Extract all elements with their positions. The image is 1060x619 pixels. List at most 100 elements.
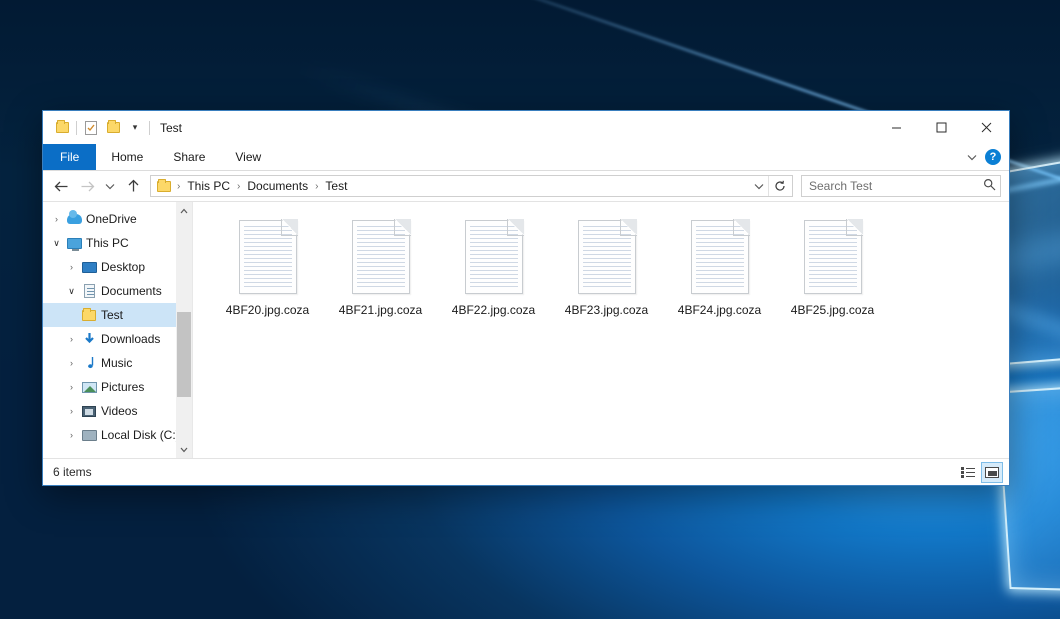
ribbon-right-controls: ?	[963, 144, 1009, 170]
generic-document-icon	[804, 220, 862, 294]
chevron-down-icon[interactable]: ∨	[64, 286, 79, 297]
help-icon[interactable]: ?	[985, 149, 1001, 165]
cloud-icon	[64, 214, 84, 224]
refresh-icon[interactable]	[768, 176, 790, 196]
file-item[interactable]: 4BF22.jpg.coza	[437, 216, 550, 323]
recent-locations-chevron-down-icon[interactable]	[101, 174, 119, 198]
breadcrumb-separator: ›	[314, 181, 319, 192]
tab-view[interactable]: View	[220, 144, 276, 170]
scroll-up-arrow-icon[interactable]	[176, 202, 192, 219]
expand-ribbon-chevron-down-icon[interactable]	[963, 145, 981, 169]
scroll-down-arrow-icon[interactable]	[176, 441, 192, 458]
chevron-right-icon[interactable]: ›	[64, 334, 79, 344]
chevron-right-icon[interactable]: ›	[49, 214, 64, 224]
generic-document-icon	[465, 220, 523, 294]
breadcrumb-item-test[interactable]: Test	[320, 178, 352, 194]
scrollbar-thumb[interactable]	[177, 312, 191, 396]
tab-home[interactable]: Home	[96, 144, 158, 170]
file-item[interactable]: 4BF23.jpg.coza	[550, 216, 663, 323]
file-item[interactable]: 4BF25.jpg.coza	[776, 216, 889, 323]
sidebar-item-label: Local Disk (C:)	[99, 428, 180, 442]
search-box[interactable]	[801, 175, 1001, 197]
download-icon	[79, 332, 99, 346]
pictures-icon	[79, 382, 99, 393]
address-bar: › This PC › Documents › Test	[43, 171, 1009, 201]
sidebar-item-local-disk-c[interactable]: › Local Disk (C:)	[43, 423, 192, 447]
up-button[interactable]	[121, 174, 145, 198]
sidebar-item-desktop[interactable]: › Desktop	[43, 255, 192, 279]
desktop-icon	[79, 262, 99, 273]
sidebar-item-this-pc[interactable]: ∨ This PC	[43, 231, 192, 255]
file-grid: 4BF20.jpg.coza 4BF21.jpg.coza	[211, 216, 1009, 323]
minimize-button[interactable]	[874, 111, 919, 144]
sidebar-item-pictures[interactable]: › Pictures	[43, 375, 192, 399]
sidebar-item-music[interactable]: › Music	[43, 351, 192, 375]
maximize-button[interactable]	[919, 111, 964, 144]
large-icons-view-button[interactable]	[981, 462, 1003, 483]
search-input[interactable]	[809, 179, 983, 193]
sidebar-item-label: Documents	[99, 284, 162, 298]
new-folder-icon[interactable]	[102, 117, 124, 139]
address-dropdown-chevron-down-icon[interactable]	[750, 176, 768, 196]
file-item[interactable]: 4BF20.jpg.coza	[211, 216, 324, 323]
generic-document-icon	[352, 220, 410, 294]
forward-button[interactable]	[75, 174, 99, 198]
file-name: 4BF25.jpg.coza	[791, 303, 874, 317]
quick-access-toolbar: ▾	[51, 117, 153, 139]
tab-file[interactable]: File	[43, 144, 96, 170]
pc-icon	[64, 238, 84, 249]
folder-icon[interactable]	[156, 181, 175, 192]
breadcrumb-item-this-pc[interactable]: This PC	[182, 178, 235, 194]
back-button[interactable]	[49, 174, 73, 198]
chevron-down-icon[interactable]: ▾	[124, 117, 146, 139]
file-item[interactable]: 4BF24.jpg.coza	[663, 216, 776, 323]
file-list-pane[interactable]: 4BF20.jpg.coza 4BF21.jpg.coza	[193, 202, 1009, 458]
divider	[76, 121, 77, 135]
sidebar-item-label: Videos	[99, 404, 137, 418]
details-view-button[interactable]	[957, 462, 979, 483]
chevron-right-icon[interactable]: ›	[64, 382, 79, 392]
sidebar-item-documents[interactable]: ∨ Documents	[43, 279, 192, 303]
disk-icon	[79, 430, 99, 441]
tab-share[interactable]: Share	[158, 144, 220, 170]
breadcrumb-bar[interactable]: › This PC › Documents › Test	[150, 175, 793, 197]
close-button[interactable]	[964, 111, 1009, 144]
sidebar-item-onedrive[interactable]: › OneDrive	[43, 207, 192, 231]
file-name: 4BF24.jpg.coza	[678, 303, 761, 317]
desktop: ▾ Test File Home Share View	[0, 0, 1060, 619]
search-icon[interactable]	[983, 178, 996, 194]
chevron-right-icon[interactable]: ›	[64, 406, 79, 416]
folder-icon[interactable]	[51, 117, 73, 139]
chevron-right-icon[interactable]: ›	[64, 262, 79, 272]
navigation-pane: › OneDrive ∨ This PC › Desktop ∨	[43, 202, 193, 458]
music-icon	[79, 356, 99, 370]
breadcrumb-separator: ›	[236, 181, 241, 192]
divider	[149, 121, 150, 135]
chevron-right-icon[interactable]: ›	[64, 358, 79, 368]
sidebar-scrollbar[interactable]	[176, 202, 192, 458]
sidebar-item-test[interactable]: Test	[43, 303, 192, 327]
breadcrumb-separator: ›	[176, 181, 181, 192]
chevron-right-icon[interactable]: ›	[64, 430, 79, 440]
breadcrumb: › This PC › Documents › Test	[156, 178, 750, 194]
window-controls	[874, 111, 1009, 144]
chevron-down-icon[interactable]: ∨	[49, 238, 64, 249]
file-explorer-window: ▾ Test File Home Share View	[42, 110, 1010, 486]
scrollbar-track[interactable]	[176, 219, 192, 441]
sidebar-item-downloads[interactable]: › Downloads	[43, 327, 192, 351]
generic-document-icon	[578, 220, 636, 294]
ribbon-tab-bar: File Home Share View ?	[43, 144, 1009, 171]
sidebar-item-label: Desktop	[99, 260, 145, 274]
file-item[interactable]: 4BF21.jpg.coza	[324, 216, 437, 323]
sidebar-item-label: Downloads	[99, 332, 160, 346]
file-name: 4BF21.jpg.coza	[339, 303, 422, 317]
window-body: › OneDrive ∨ This PC › Desktop ∨	[43, 201, 1009, 458]
sidebar-item-videos[interactable]: › Videos	[43, 399, 192, 423]
file-name: 4BF22.jpg.coza	[452, 303, 535, 317]
breadcrumb-item-documents[interactable]: Documents	[242, 178, 313, 194]
sidebar-item-label: This PC	[84, 236, 129, 250]
sidebar-item-label: Test	[99, 308, 123, 322]
folder-icon	[79, 310, 99, 321]
generic-document-icon	[239, 220, 297, 294]
properties-checkbox-icon[interactable]	[80, 117, 102, 139]
